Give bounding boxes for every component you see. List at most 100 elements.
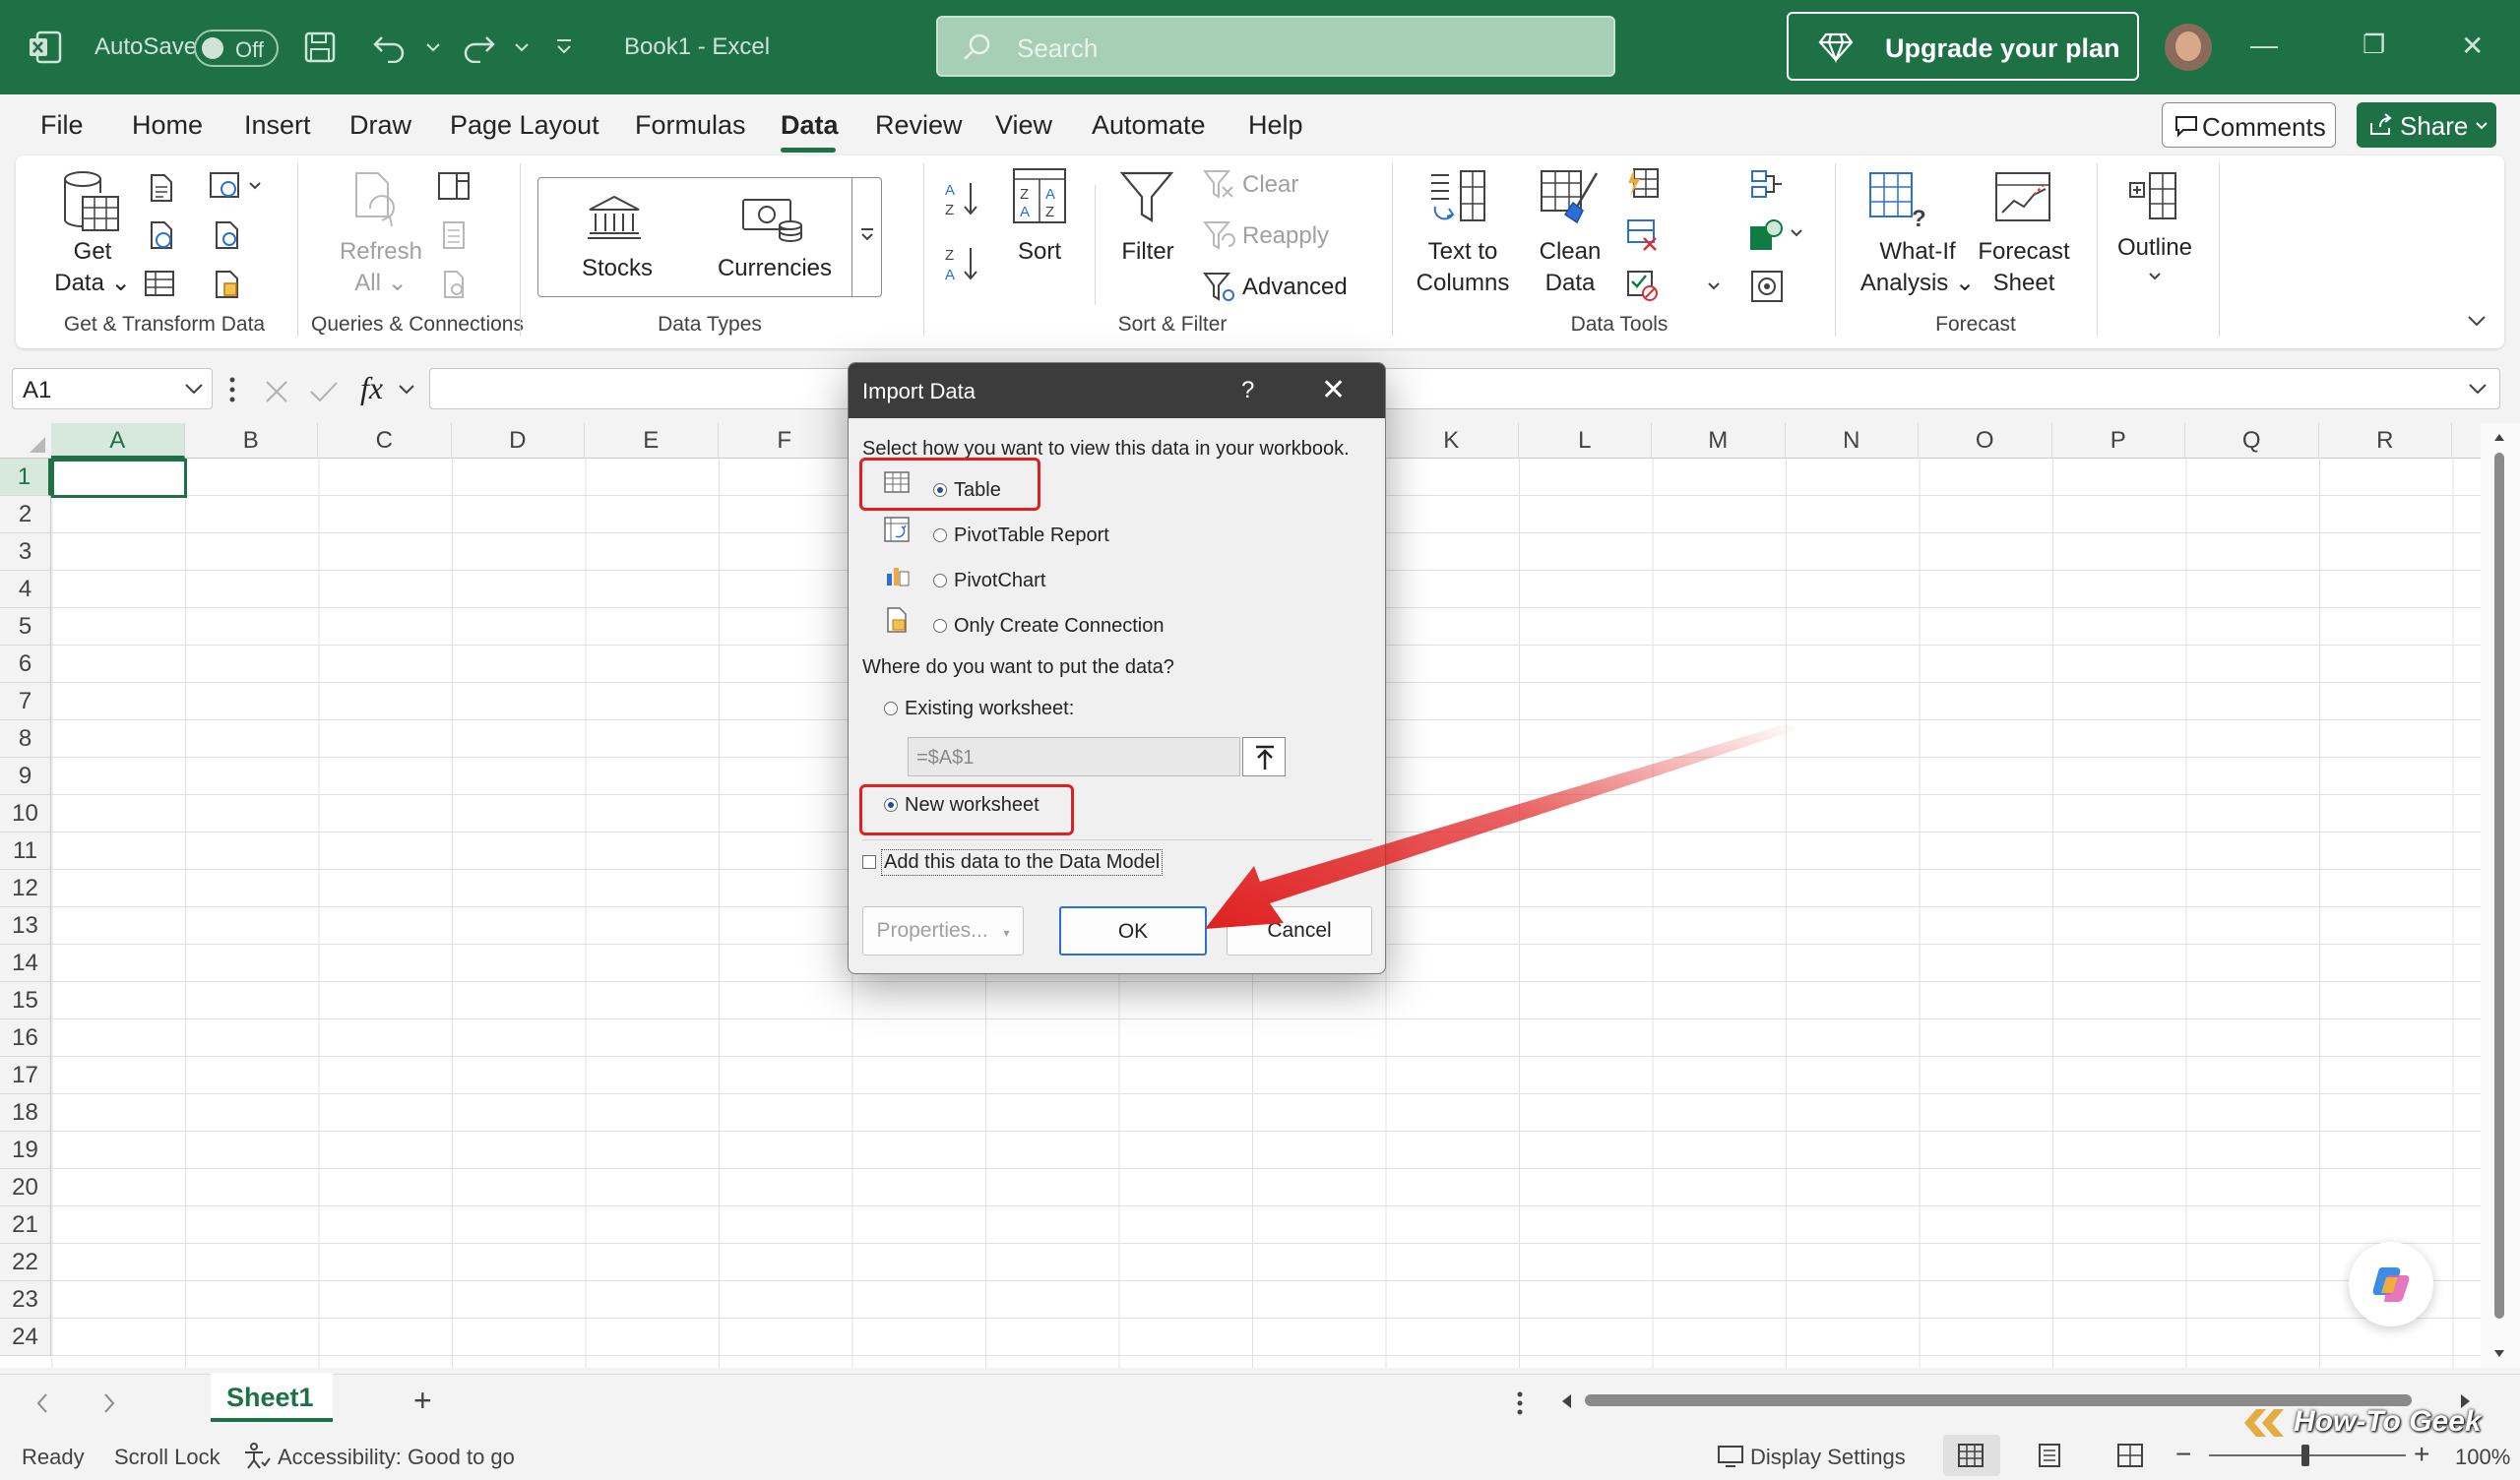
queries-connections-icon[interactable] <box>437 171 471 201</box>
consolidate-icon[interactable] <box>1750 169 1784 199</box>
tab-file[interactable]: File <box>40 110 84 141</box>
confirm-entry-icon[interactable] <box>309 380 339 403</box>
normal-view-button[interactable] <box>1943 1435 2000 1476</box>
option-pivotchart-label[interactable]: PivotChart <box>954 570 1045 592</box>
refresh-all-icon[interactable] <box>348 169 404 232</box>
share-button[interactable]: Share <box>2357 102 2496 148</box>
user-avatar[interactable] <box>2165 24 2212 71</box>
what-if-analysis-label[interactable]: What-If Analysis ⌄ <box>1849 236 1986 299</box>
zoom-out-button[interactable]: − <box>2175 1439 2191 1470</box>
data-validation-dropdown-icon[interactable] <box>1707 281 1721 291</box>
text-to-columns-label[interactable]: Text to Columns <box>1414 236 1512 299</box>
tab-help[interactable]: Help <box>1248 110 1303 141</box>
flash-fill-icon[interactable] <box>1626 167 1660 201</box>
status-display-settings[interactable]: Display Settings <box>1750 1445 1906 1470</box>
previous-sheet-icon[interactable] <box>35 1392 49 1414</box>
advanced-filter-icon[interactable] <box>1203 272 1236 303</box>
zoom-in-button[interactable]: + <box>2414 1439 2429 1470</box>
filter-label[interactable]: Filter <box>1108 236 1187 268</box>
column-header-a[interactable]: A <box>51 423 185 459</box>
comments-button[interactable]: Comments <box>2162 102 2336 148</box>
refresh-all-label[interactable]: Refresh All ⌄ <box>337 236 425 299</box>
autosave-toggle[interactable]: Off <box>194 30 279 67</box>
customize-toolbar-icon[interactable] <box>555 37 573 57</box>
row-header-14[interactable]: 14 <box>0 945 51 982</box>
relationships-dropdown-icon[interactable] <box>1790 228 1803 238</box>
formula-input[interactable] <box>429 368 2500 409</box>
recent-sources-icon[interactable] <box>209 171 240 201</box>
reapply-label[interactable]: Reapply <box>1242 220 1329 252</box>
row-header-23[interactable]: 23 <box>0 1281 51 1319</box>
copilot-button[interactable] <box>2349 1242 2433 1326</box>
row-header-9[interactable]: 9 <box>0 758 51 795</box>
clean-data-label[interactable]: Clean Data <box>1528 236 1612 299</box>
redo-icon[interactable] <box>461 30 496 63</box>
relationships-icon[interactable] <box>1748 218 1784 252</box>
recent-sources-dropdown-icon[interactable] <box>248 181 262 191</box>
next-sheet-icon[interactable] <box>102 1392 116 1414</box>
column-header-c[interactable]: C <box>318 423 452 459</box>
from-web-icon[interactable] <box>146 220 175 250</box>
properties-button[interactable]: Properties... ▾ <box>862 906 1024 956</box>
column-header-d[interactable]: D <box>452 423 585 459</box>
option-pivottable-label[interactable]: PivotTable Report <box>954 524 1109 547</box>
tab-page-layout[interactable]: Page Layout <box>450 110 599 141</box>
row-header-18[interactable]: 18 <box>0 1094 51 1132</box>
outline-dropdown-icon[interactable] <box>2148 272 2162 281</box>
more-options-icon[interactable] <box>228 376 236 403</box>
tab-insert[interactable]: Insert <box>244 110 311 141</box>
upgrade-plan-button[interactable]: Upgrade your plan <box>1787 12 2139 81</box>
radio-pivotchart[interactable] <box>933 574 947 587</box>
minimize-icon[interactable]: — <box>2250 30 2278 61</box>
row-header-4[interactable]: 4 <box>0 571 51 608</box>
column-header-k[interactable]: K <box>1385 423 1519 459</box>
properties-icon[interactable] <box>441 220 467 250</box>
column-header-r[interactable]: R <box>2319 423 2452 459</box>
gallery-more-icon[interactable] <box>859 227 875 243</box>
collapse-ribbon-icon[interactable] <box>2467 315 2487 327</box>
column-header-l[interactable]: L <box>1519 423 1652 459</box>
help-button[interactable]: ? <box>1241 377 1254 404</box>
undo-dropdown-icon[interactable] <box>425 41 441 53</box>
remove-duplicates-icon[interactable] <box>1626 218 1660 252</box>
tab-view[interactable]: View <box>995 110 1052 141</box>
page-break-view-icon[interactable] <box>2116 1443 2144 1468</box>
tab-review[interactable]: Review <box>875 110 963 141</box>
column-header-e[interactable]: E <box>585 423 719 459</box>
row-header-10[interactable]: 10 <box>0 795 51 832</box>
column-header-q[interactable]: Q <box>2185 423 2319 459</box>
sort-label[interactable]: Sort <box>1002 236 1077 268</box>
row-header-6[interactable]: 6 <box>0 646 51 683</box>
from-table-icon[interactable] <box>144 270 175 297</box>
row-header-8[interactable]: 8 <box>0 720 51 758</box>
sheet-options-icon[interactable] <box>1516 1390 1524 1416</box>
sort-icon[interactable]: Z A A Z <box>1012 167 1067 224</box>
scroll-left-icon[interactable] <box>1559 1392 1573 1410</box>
status-accessibility[interactable]: Accessibility: Good to go <box>278 1445 515 1470</box>
undo-icon[interactable] <box>372 30 408 63</box>
what-if-analysis-icon[interactable]: ? <box>1868 169 1931 228</box>
radio-pivottable[interactable] <box>933 528 947 542</box>
row-header-12[interactable]: 12 <box>0 870 51 907</box>
radio-only-connection[interactable] <box>933 619 947 633</box>
active-cell-a1[interactable] <box>51 459 187 498</box>
column-header-o[interactable]: O <box>1919 423 2052 459</box>
restore-icon[interactable]: ❐ <box>2362 30 2385 60</box>
row-header-13[interactable]: 13 <box>0 907 51 945</box>
row-header-3[interactable]: 3 <box>0 533 51 571</box>
edit-links-icon[interactable] <box>441 270 469 299</box>
add-sheet-button[interactable]: + <box>413 1383 432 1419</box>
tab-draw[interactable]: Draw <box>349 110 411 141</box>
name-box[interactable]: A1 <box>12 368 213 409</box>
zoom-slider-thumb[interactable] <box>2301 1445 2309 1466</box>
select-all-icon[interactable] <box>28 435 47 455</box>
sheet-tab-sheet1[interactable]: Sheet1 <box>211 1373 333 1422</box>
filter-icon[interactable] <box>1118 169 1175 226</box>
page-layout-view-icon[interactable] <box>2036 1443 2063 1468</box>
column-header-f[interactable]: F <box>719 423 851 459</box>
forecast-sheet-icon[interactable] <box>1994 169 2053 224</box>
clear-label[interactable]: Clear <box>1242 169 1298 201</box>
outline-icon[interactable] <box>2128 169 2179 224</box>
tab-home[interactable]: Home <box>132 110 203 141</box>
row-header-16[interactable]: 16 <box>0 1019 51 1057</box>
